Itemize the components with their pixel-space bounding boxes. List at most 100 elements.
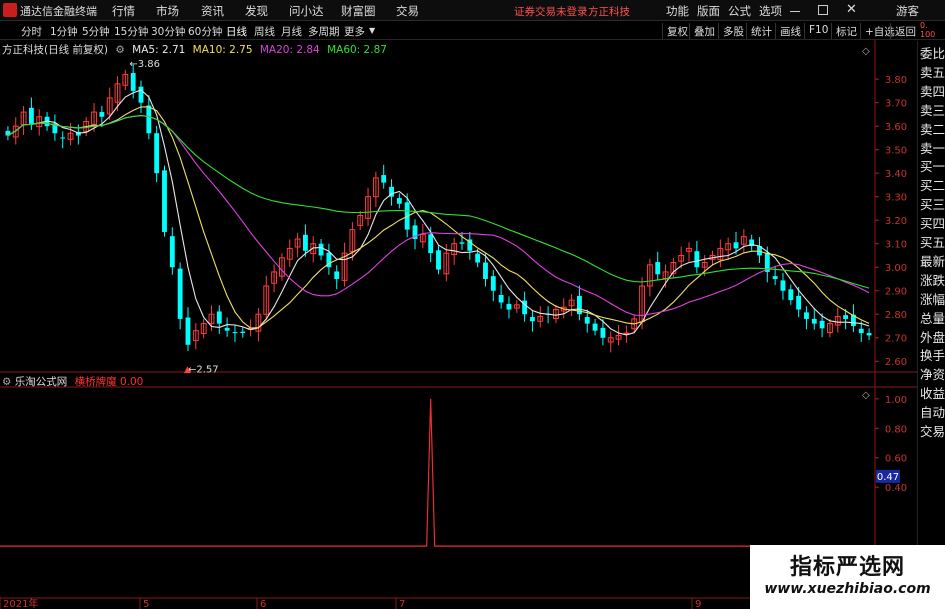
more-dropdown-icon[interactable]: ▼ — [369, 26, 375, 35]
indicator-gear-icon[interactable]: ⚙ — [2, 376, 11, 388]
indicator-title: 横桥牌魔 — [74, 376, 117, 388]
minimize-icon[interactable] — [790, 11, 800, 12]
quote-field-label: 买四 — [920, 216, 945, 232]
watermark-title: 指标严选网 — [789, 555, 905, 580]
candle-down — [780, 280, 786, 291]
menu-faxian[interactable]: 发现 — [245, 3, 268, 19]
indicator-panel — [0, 398, 875, 547]
tab-5min[interactable]: 5分钟 — [82, 24, 110, 39]
fuquan-button[interactable]: 复权 — [662, 23, 692, 39]
ma5-line — [7, 89, 870, 336]
quote-field-label: 自动 — [920, 405, 945, 421]
tab-1min[interactable]: 1分钟 — [50, 24, 78, 39]
tab-monthly[interactable]: 月线 — [281, 24, 302, 39]
candle-down — [694, 251, 700, 268]
indicator-name[interactable]: 乐淘公式网 — [15, 376, 68, 388]
menu-xuanxiang[interactable]: 选项 — [759, 3, 782, 19]
ma10-line — [7, 106, 870, 329]
period-toolbar: 分时 1分钟 5分钟 15分钟 30分钟 60分钟 日线 周线 月线 多周期 更… — [0, 22, 945, 40]
guest-button[interactable]: 游客 — [896, 3, 919, 19]
tab-daily[interactable]: 日线 — [226, 24, 247, 39]
indicator-diamond-icon: ◇ — [862, 390, 870, 401]
high-price-label: ←3.86 — [129, 59, 160, 70]
tab-60min[interactable]: 60分钟 — [188, 24, 222, 39]
quote-field-label: 买二 — [920, 178, 945, 194]
f10-button[interactable]: F10 — [804, 23, 832, 39]
price-tick-label: 3.40 — [885, 169, 907, 180]
candle-down — [240, 331, 246, 334]
candle-down — [490, 276, 496, 291]
quote-field-label: 买三 — [920, 197, 945, 213]
menu-wenxiaoda[interactable]: 问小达 — [289, 3, 324, 19]
moving-average-lines — [7, 89, 870, 336]
price-tick-label: 3.00 — [885, 263, 907, 274]
quote-field-label: 涨幅 — [920, 291, 945, 307]
candle-down — [138, 86, 144, 103]
quote-field-label: 买一 — [920, 159, 945, 175]
candle-down — [185, 317, 191, 345]
price-tick-label: 2.90 — [885, 287, 907, 298]
menu-gongshi[interactable]: 公式 — [728, 3, 751, 19]
stats-button[interactable]: 统计 — [746, 23, 776, 39]
candle-down — [224, 327, 230, 331]
kline-chart[interactable]: 3.80 3.70 3.60 3.50 3.40 3.30 3.20 3.10 3.00 2.90… — [0, 40, 917, 609]
quote-field-label: 交易 — [920, 424, 945, 439]
quote-field-label: 最新 — [920, 253, 945, 269]
menu-gongneng[interactable]: 功能 — [666, 3, 689, 19]
tab-multi-period[interactable]: 多周期 — [308, 24, 340, 39]
login-notice[interactable]: 证券交易未登录 — [514, 4, 588, 19]
tab-fenshi[interactable]: 分时 — [21, 24, 42, 39]
candle-down — [154, 133, 160, 174]
date-label: 2021年 — [3, 597, 38, 609]
candle-down — [169, 236, 175, 268]
quote-field-label: 总量 — [920, 310, 945, 326]
menu-hangqing[interactable]: 行情 — [112, 3, 135, 19]
candle-down — [584, 317, 590, 324]
candle-down — [498, 294, 504, 303]
quote-field-label: 收益 — [920, 386, 945, 402]
candle-down — [302, 234, 308, 251]
candle-down — [146, 105, 152, 134]
candle-down — [381, 175, 387, 183]
candle-down — [592, 323, 598, 331]
low-price-label: ←2.57 — [188, 364, 219, 375]
menu-shichang[interactable]: 市场 — [156, 3, 179, 19]
mark-button[interactable]: 标记 — [831, 23, 861, 39]
candle-down — [396, 198, 402, 204]
quote-field-label: 卖二 — [920, 121, 945, 137]
menu-jiaoyi[interactable]: 交易 — [396, 3, 419, 19]
diamond-marker-icon: ◇ — [862, 46, 870, 57]
quote-field-label: 卖四 — [920, 83, 945, 99]
tab-weekly[interactable]: 周线 — [254, 24, 275, 39]
back-button[interactable]: 返回 — [890, 23, 920, 39]
candle-down — [733, 242, 739, 249]
candle-down — [530, 317, 535, 322]
title-bar: 通达信金融终端 行情 市场 资讯 发现 问小达 财富圈 交易 证券交易未登录 方… — [0, 0, 945, 21]
signal-line — [0, 398, 875, 547]
menu-zixun[interactable]: 资讯 — [201, 3, 224, 19]
chart-grid — [0, 40, 917, 609]
top-value-label: 0. 100 — [920, 21, 936, 39]
maximize-icon[interactable] — [818, 5, 828, 15]
overlay-button[interactable]: 叠加 — [689, 23, 719, 39]
candle-down — [216, 311, 222, 324]
candle-down — [506, 303, 512, 310]
indicator-value: 0.00 — [119, 376, 144, 388]
tab-more[interactable]: 更多 — [344, 24, 365, 39]
tab-30min[interactable]: 30分钟 — [151, 24, 185, 39]
menu-banmian[interactable]: 版面 — [697, 3, 720, 19]
candle-down — [475, 253, 481, 263]
tab-15min[interactable]: 15分钟 — [114, 24, 148, 39]
price-tick-label: 3.20 — [885, 216, 907, 227]
current-value-label: 0.47 — [877, 472, 899, 483]
price-axis: 3.80 3.70 3.60 3.50 3.40 3.30 3.20 3.10 3.00 2.90… — [0, 46, 907, 609]
date-label: 6 — [260, 599, 266, 609]
close-icon[interactable]: ✕ — [846, 2, 857, 17]
watermark-url: www.xuezhibiao.com — [764, 581, 931, 597]
menu-caifuquan[interactable]: 财富圈 — [341, 3, 376, 19]
multi-stock-button[interactable]: 多股 — [718, 23, 748, 39]
draw-line-button[interactable]: 画线 — [775, 23, 805, 39]
candle-down — [843, 315, 849, 319]
ma20-line — [7, 115, 870, 316]
candle-down — [177, 268, 183, 319]
